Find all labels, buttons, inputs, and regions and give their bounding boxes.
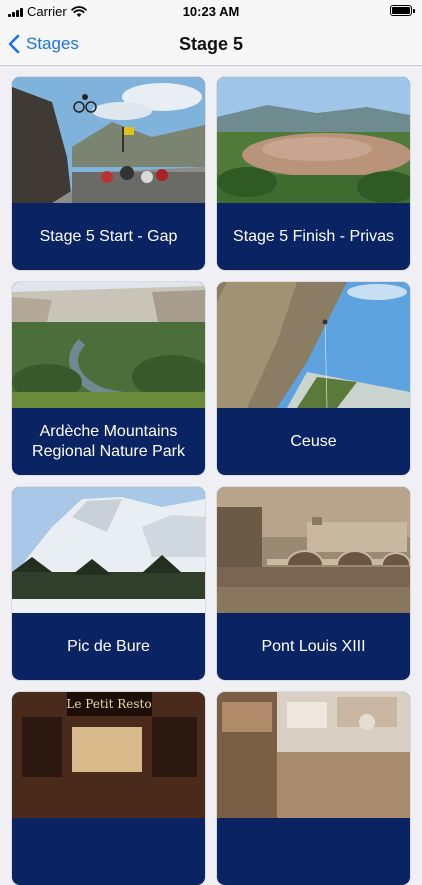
card-pic-de-bure[interactable]: Pic de Bure: [12, 487, 205, 680]
card-ardeche-park[interactable]: Ardèche Mountains Regional Nature Park: [12, 282, 205, 475]
interior-photo: [217, 692, 410, 818]
card-label: Ceuse: [290, 432, 337, 450]
card-label: Stage 5 Start - Gap: [39, 227, 178, 245]
status-time: 10:23 AM: [182, 4, 240, 19]
cyclists-photo: [12, 77, 205, 203]
town-photo: [217, 77, 410, 203]
bridge-photo: [217, 487, 410, 613]
restaurant-sign: Le Petit Resto: [66, 697, 151, 711]
restaurant-photo: Le Petit Resto: [12, 692, 205, 818]
card-label: [12, 818, 205, 885]
card-restaurant[interactable]: Le Petit Resto: [12, 692, 205, 885]
snowy-mountain-photo: [12, 487, 205, 613]
status-bar: Carrier 10:23 AM: [0, 0, 422, 22]
page-title: Stage 5: [178, 34, 244, 54]
navigation-bar: Stages Stage 5: [0, 22, 422, 66]
stage-grid: Stage 5 Start - Gap Stage 5 Finish - Pri…: [12, 77, 410, 885]
river-gorge-photo: [12, 282, 205, 408]
card-label: Pont Louis XIII: [261, 637, 366, 655]
card-stage-start[interactable]: Stage 5 Start - Gap: [12, 77, 205, 270]
card-label: [217, 818, 410, 885]
climbing-cliff-photo: [217, 282, 410, 408]
card-label: Pic de Bure: [67, 637, 150, 655]
card-label: Stage 5 Finish - Privas: [233, 227, 394, 245]
card-ceuse[interactable]: Ceuse: [217, 282, 410, 475]
card-restaurant-interior[interactable]: [217, 692, 410, 885]
card-pont-louis-xiii[interactable]: Pont Louis XIII: [217, 487, 410, 680]
battery-icon: [390, 5, 415, 16]
card-label: Ardèche Mountains Regional Nature Park: [32, 422, 185, 460]
card-stage-finish[interactable]: Stage 5 Finish - Privas: [217, 77, 410, 270]
